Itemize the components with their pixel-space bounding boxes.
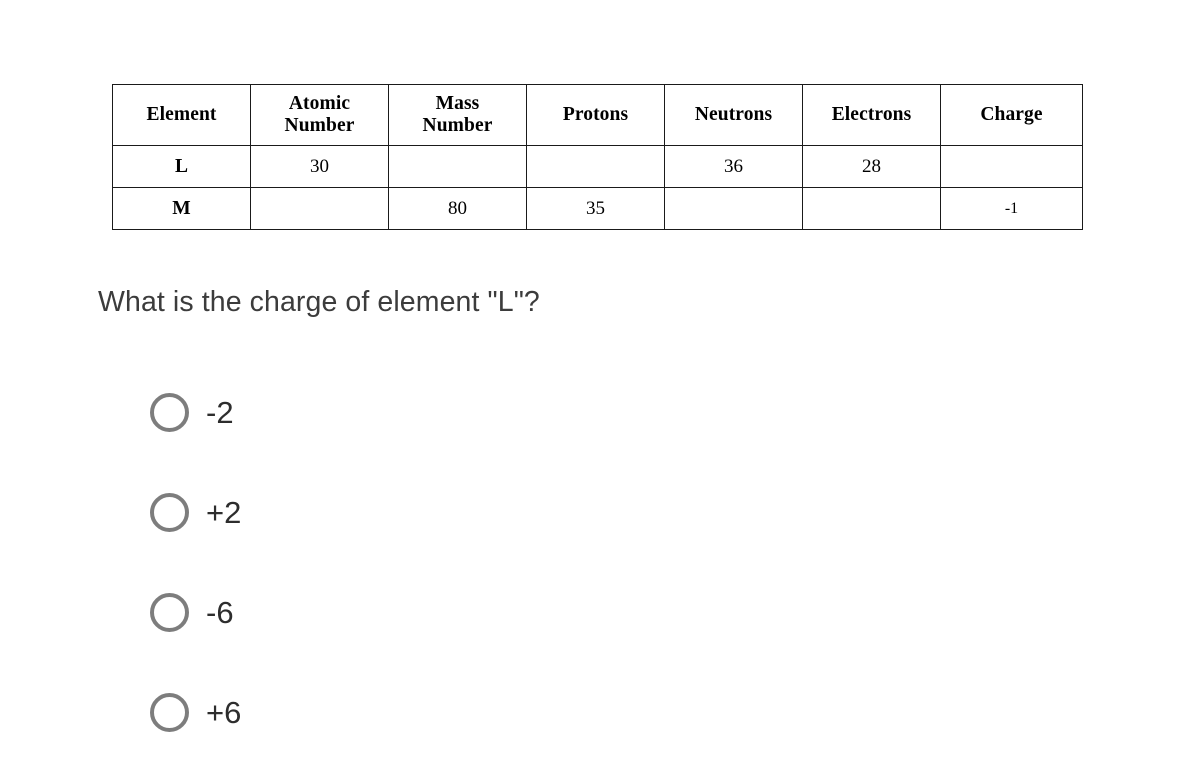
cell-neutrons xyxy=(664,187,803,230)
column-header-protons-text: Protons xyxy=(562,104,629,126)
table-body: L 30 36 28 M 80 35 -1 xyxy=(112,145,1083,230)
column-header-electrons: Electrons xyxy=(802,84,941,146)
answer-option-1[interactable]: -2 xyxy=(150,388,650,436)
column-header-neutrons-text: Neutrons xyxy=(694,104,773,126)
column-header-charge: Charge xyxy=(940,84,1083,146)
column-header-protons: Protons xyxy=(526,84,665,146)
answer-option-3[interactable]: -6 xyxy=(150,588,650,636)
answer-option-2[interactable]: +2 xyxy=(150,488,650,536)
cell-mass-number xyxy=(388,145,527,188)
answer-option-label: -6 xyxy=(206,594,234,630)
table-row: M 80 35 -1 xyxy=(112,187,1083,230)
column-header-element: Element xyxy=(112,84,251,146)
radio-button-icon[interactable] xyxy=(150,392,189,432)
answer-option-label: +2 xyxy=(206,494,242,530)
cell-atomic-number xyxy=(250,187,389,230)
cell-charge: -1 xyxy=(940,187,1083,230)
radio-button-icon[interactable] xyxy=(150,592,189,632)
cell-electrons: 28 xyxy=(802,145,941,188)
table-row: L 30 36 28 xyxy=(112,145,1083,188)
cell-protons xyxy=(526,145,665,188)
element-data-table-container: Element Atomic Number Mass Number Proton… xyxy=(112,84,1083,230)
cell-charge xyxy=(940,145,1083,188)
cell-neutrons: 36 xyxy=(664,145,803,188)
radio-button-icon[interactable] xyxy=(150,492,189,532)
element-data-table: Element Atomic Number Mass Number Proton… xyxy=(112,84,1083,230)
column-header-mass-number: Mass Number xyxy=(388,84,527,146)
cell-electrons xyxy=(802,187,941,230)
table-header-row: Element Atomic Number Mass Number Proton… xyxy=(112,84,1083,146)
column-header-element-text: Element xyxy=(146,104,217,126)
answer-options-list: -2 +2 -6 +6 xyxy=(150,388,650,736)
answer-option-label: -2 xyxy=(206,394,234,430)
column-header-atomic-number-line2: Number xyxy=(284,115,355,136)
column-header-mass-number-line1: Mass xyxy=(435,93,480,115)
column-header-charge-text: Charge xyxy=(980,104,1043,126)
answer-option-4[interactable]: +6 xyxy=(150,688,650,736)
question-text: What is the charge of element "L"? xyxy=(98,286,540,318)
radio-button-icon[interactable] xyxy=(150,692,189,732)
cell-atomic-number: 30 xyxy=(250,145,389,188)
cell-mass-number: 80 xyxy=(388,187,527,230)
column-header-atomic-number: Atomic Number xyxy=(250,84,389,146)
column-header-neutrons: Neutrons xyxy=(664,84,803,146)
answer-option-label: +6 xyxy=(206,694,242,730)
cell-element: M xyxy=(112,187,251,230)
table-header: Element Atomic Number Mass Number Proton… xyxy=(112,84,1083,146)
column-header-mass-number-line2: Number xyxy=(422,115,493,136)
cell-protons: 35 xyxy=(526,187,665,230)
column-header-atomic-number-line1: Atomic xyxy=(288,93,351,115)
column-header-electrons-text: Electrons xyxy=(831,104,912,126)
cell-element: L xyxy=(112,145,251,188)
